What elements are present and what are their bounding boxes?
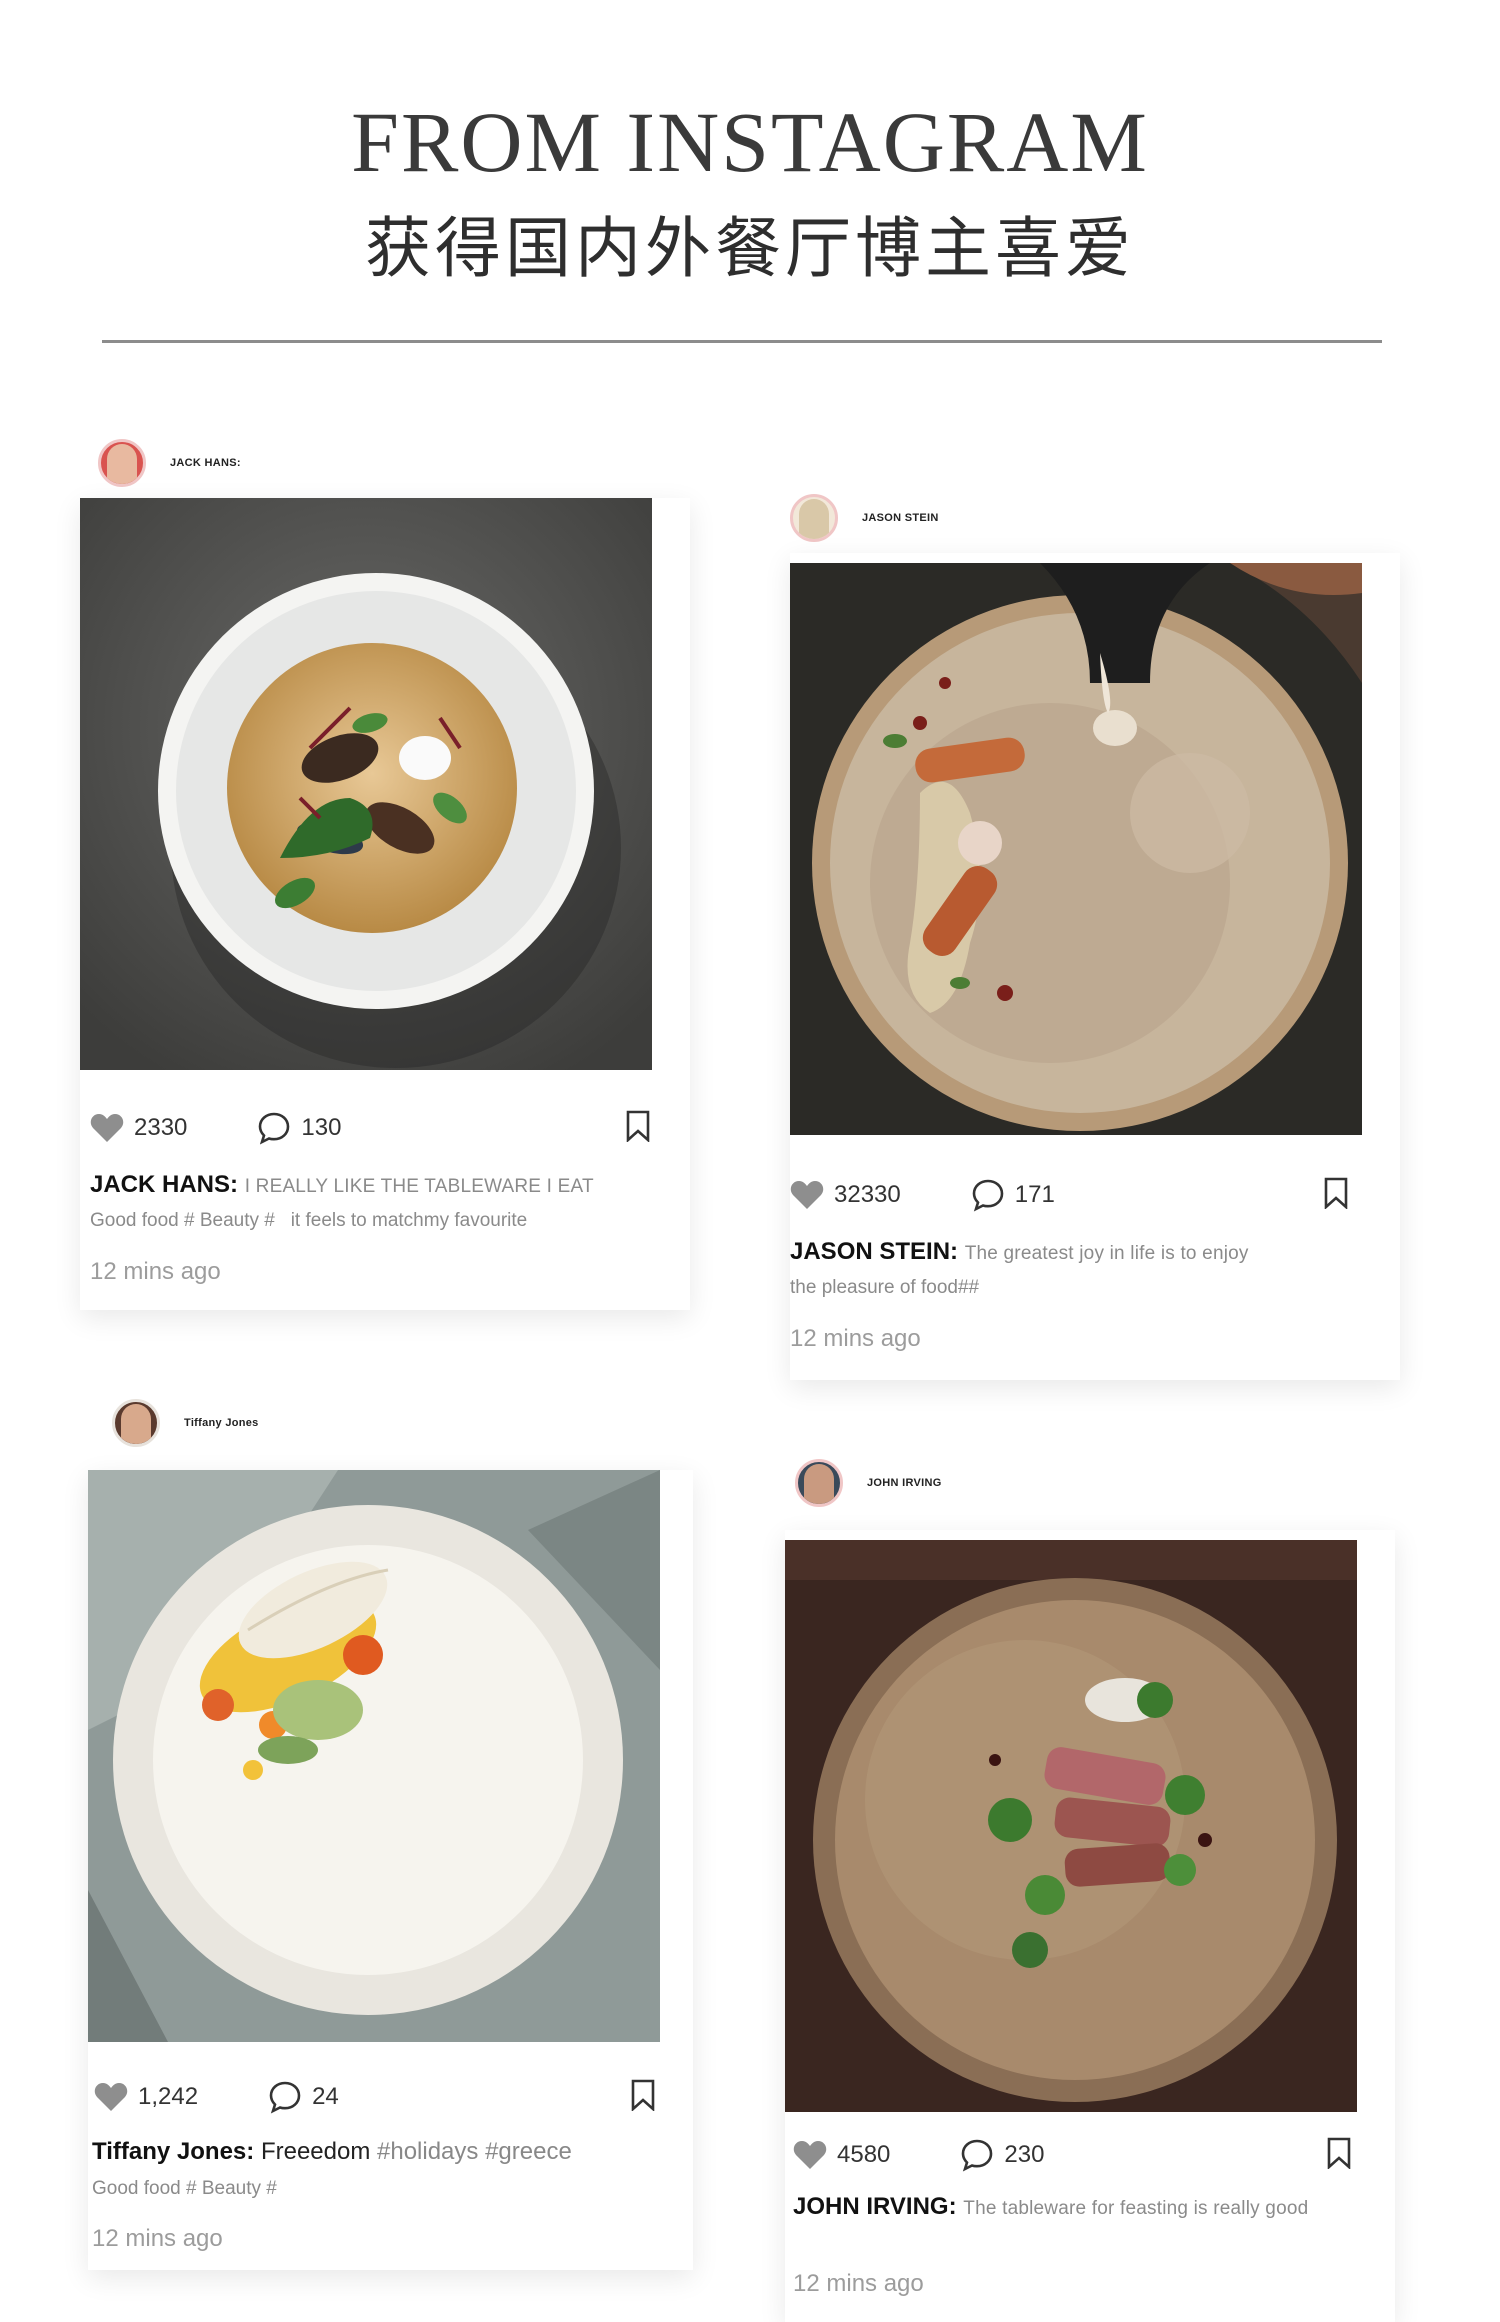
post-photo[interactable] [785, 1540, 1357, 2112]
caption-hashtags[interactable]: #holidays #greece [377, 2138, 572, 2165]
post-card-jason-stein: JASON STEIN 32330 171 JASON STEIN: The g… [790, 485, 1400, 1380]
post-card-body: 2330 130 JACK HANS: I REALLY LIKE THE TA… [80, 498, 690, 1310]
post-card-body: 4580 230 JOHN IRVING: The tableware for … [785, 1530, 1395, 2322]
post-photo[interactable] [80, 498, 652, 1070]
caption-author[interactable]: JOHN IRVING: [793, 2193, 957, 2220]
comment-count: 230 [1004, 2141, 1045, 2168]
heart-icon[interactable] [94, 2082, 128, 2112]
heart-icon[interactable] [790, 1180, 824, 1210]
username[interactable]: JASON STEIN [862, 512, 939, 524]
post-caption: Tiffany Jones: Freeedom #holidays #greec… [92, 2135, 692, 2169]
like-stat: 2330 [90, 1113, 187, 1143]
post-actions: 4580 230 [793, 2138, 1114, 2172]
avatar[interactable] [790, 494, 838, 542]
like-count: 4580 [837, 2141, 891, 2168]
post-actions: 32330 171 [790, 1178, 1125, 1212]
comment-bubble-icon[interactable] [268, 2080, 302, 2114]
heart-icon[interactable] [90, 1113, 124, 1143]
post-photo[interactable] [88, 1470, 660, 2042]
post-actions: 1,242 24 [94, 2080, 409, 2114]
post-timestamp: 12 mins ago [90, 1258, 221, 1285]
post-card-body: 32330 171 JASON STEIN: The greatest joy … [790, 553, 1400, 1380]
post-header: JOHN IRVING [795, 1455, 942, 1511]
like-count: 1,242 [138, 2083, 199, 2110]
caption-text: I REALLY LIKE THE TABLEWARE I EAT [244, 1176, 594, 1197]
comment-stat: 24 [268, 2080, 339, 2114]
bookmark-icon[interactable] [1323, 1177, 1349, 1209]
like-stat: 4580 [793, 2140, 890, 2170]
caption-author[interactable]: JASON STEIN: [790, 1238, 958, 1265]
post-card-body: 1,242 24 Tiffany Jones: Freeedom #holida… [88, 1470, 693, 2270]
caption-text: The greatest joy in life is to enjoy [964, 1243, 1249, 1264]
comment-bubble-icon[interactable] [971, 1178, 1005, 1212]
caption-text: Freeedom [260, 2138, 371, 2165]
caption-tags: Good food # Beauty # [92, 2178, 277, 2199]
comment-stat: 130 [257, 1111, 341, 1145]
post-header: Tiffany Jones [112, 1395, 259, 1451]
comment-stat: 230 [960, 2138, 1044, 2172]
heart-icon[interactable] [793, 2140, 827, 2170]
comment-count: 24 [312, 2083, 339, 2110]
comment-stat: 171 [971, 1178, 1055, 1212]
avatar[interactable] [98, 439, 146, 487]
username[interactable]: JOHN IRVING [867, 1477, 942, 1489]
post-caption: JACK HANS: I REALLY LIKE THE TABLEWARE I… [90, 1168, 680, 1204]
comment-count: 130 [301, 1114, 342, 1141]
comment-bubble-icon[interactable] [960, 2138, 994, 2172]
avatar[interactable] [112, 1399, 160, 1447]
comment-count: 171 [1014, 1181, 1055, 1208]
username[interactable]: JACK HANS: [170, 457, 241, 469]
bookmark-icon[interactable] [1326, 2137, 1352, 2169]
comment-bubble-icon[interactable] [257, 1111, 291, 1145]
caption-author[interactable]: JACK HANS: [90, 1171, 238, 1198]
post-timestamp: 12 mins ago [790, 1325, 921, 1352]
caption-text: The tableware for feasting is really goo… [963, 2198, 1309, 2219]
post-card-john-irving: JOHN IRVING 4580 230 JOHN IRVING: The ta… [785, 1455, 1395, 2322]
post-photo[interactable] [790, 563, 1362, 1135]
like-count: 2330 [134, 1114, 188, 1141]
username[interactable]: Tiffany Jones [184, 1417, 259, 1429]
post-header: JASON STEIN [790, 490, 939, 546]
caption-tags: Good food # Beauty # it feels to matchmy… [90, 1210, 528, 1231]
post-actions: 2330 130 [90, 1111, 411, 1145]
post-timestamp: 12 mins ago [92, 2225, 223, 2252]
post-header: JACK HANS: [98, 435, 241, 491]
like-count: 32330 [834, 1181, 901, 1208]
caption-continuation: the pleasure of food## [790, 1277, 980, 1298]
divider [102, 340, 1382, 343]
post-caption: JASON STEIN: The greatest joy in life is… [790, 1235, 1390, 1271]
post-card-tiffany-jones: Tiffany Jones 1,242 24 Tiffany Jones: Fr… [88, 1395, 693, 2270]
bookmark-icon[interactable] [625, 1110, 651, 1142]
caption-author[interactable]: Tiffany Jones: [92, 2138, 254, 2165]
post-caption: JOHN IRVING: The tableware for feasting … [793, 2190, 1393, 2226]
post-timestamp: 12 mins ago [793, 2270, 924, 2297]
like-stat: 1,242 [94, 2082, 198, 2112]
like-stat: 32330 [790, 1180, 901, 1210]
page-title: FROM INSTAGRAM [351, 94, 1149, 190]
post-card-jack-hans: JACK HANS: 2330 130 JACK HANS: I REALLY … [80, 430, 690, 1310]
bookmark-icon[interactable] [630, 2079, 656, 2111]
avatar[interactable] [795, 1459, 843, 1507]
page-subtitle: 获得国内外餐厅博主喜爱 [365, 210, 1135, 287]
